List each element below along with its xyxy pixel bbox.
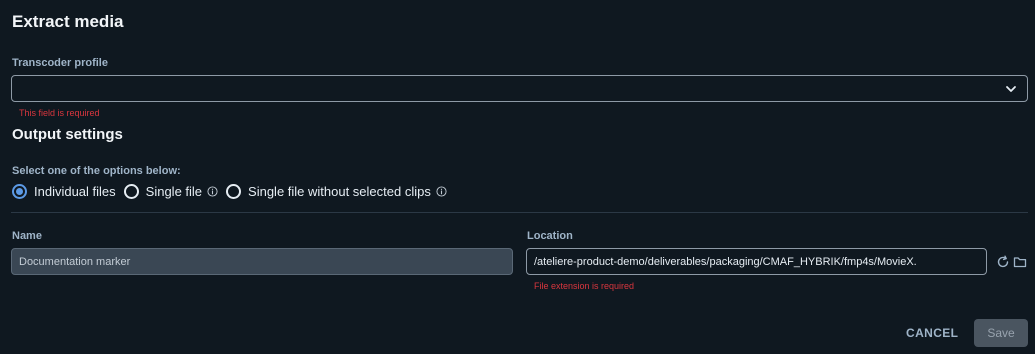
radio-individual-files-label[interactable]: Individual files [34, 184, 116, 199]
dialog-title: Extract media [12, 12, 124, 31]
radio-single-file-label[interactable]: Single file [146, 184, 202, 199]
transcoder-profile-error: This field is required [19, 108, 100, 118]
cancel-button[interactable]: CANCEL [906, 326, 958, 340]
transcoder-profile-label: Transcoder profile [12, 57, 108, 69]
radio-single-file-without-clips-indicator[interactable] [226, 183, 242, 199]
output-options-prompt: Select one of the options below: [12, 165, 181, 177]
folder-icon[interactable] [1013, 255, 1027, 269]
output-settings-heading: Output settings [12, 126, 123, 143]
location-error: File extension is required [534, 281, 635, 291]
save-button[interactable]: Save [974, 319, 1028, 347]
transcoder-profile-select[interactable] [11, 75, 1028, 102]
output-options-radio-group: Individual files Single file Single file… [12, 183, 455, 199]
radio-single-file-indicator[interactable] [123, 183, 139, 199]
name-label: Name [12, 230, 42, 242]
radio-single-file[interactable]: Single file [123, 183, 218, 199]
refresh-icon[interactable] [996, 255, 1010, 269]
chevron-down-icon[interactable] [1004, 82, 1018, 96]
name-field[interactable]: Documentation marker [11, 248, 513, 275]
info-icon[interactable] [207, 185, 218, 197]
radio-individual-files-indicator[interactable] [12, 183, 27, 199]
info-icon[interactable] [436, 185, 447, 197]
radio-single-file-without-clips-label[interactable]: Single file without selected clips [248, 184, 431, 199]
location-label: Location [527, 230, 573, 242]
location-field[interactable]: /ateliere-product-demo/deliverables/pack… [526, 248, 987, 275]
radio-single-file-without-selected-clips[interactable]: Single file without selected clips [226, 183, 447, 199]
radio-individual-files[interactable]: Individual files [12, 183, 116, 199]
section-divider [11, 212, 1028, 213]
